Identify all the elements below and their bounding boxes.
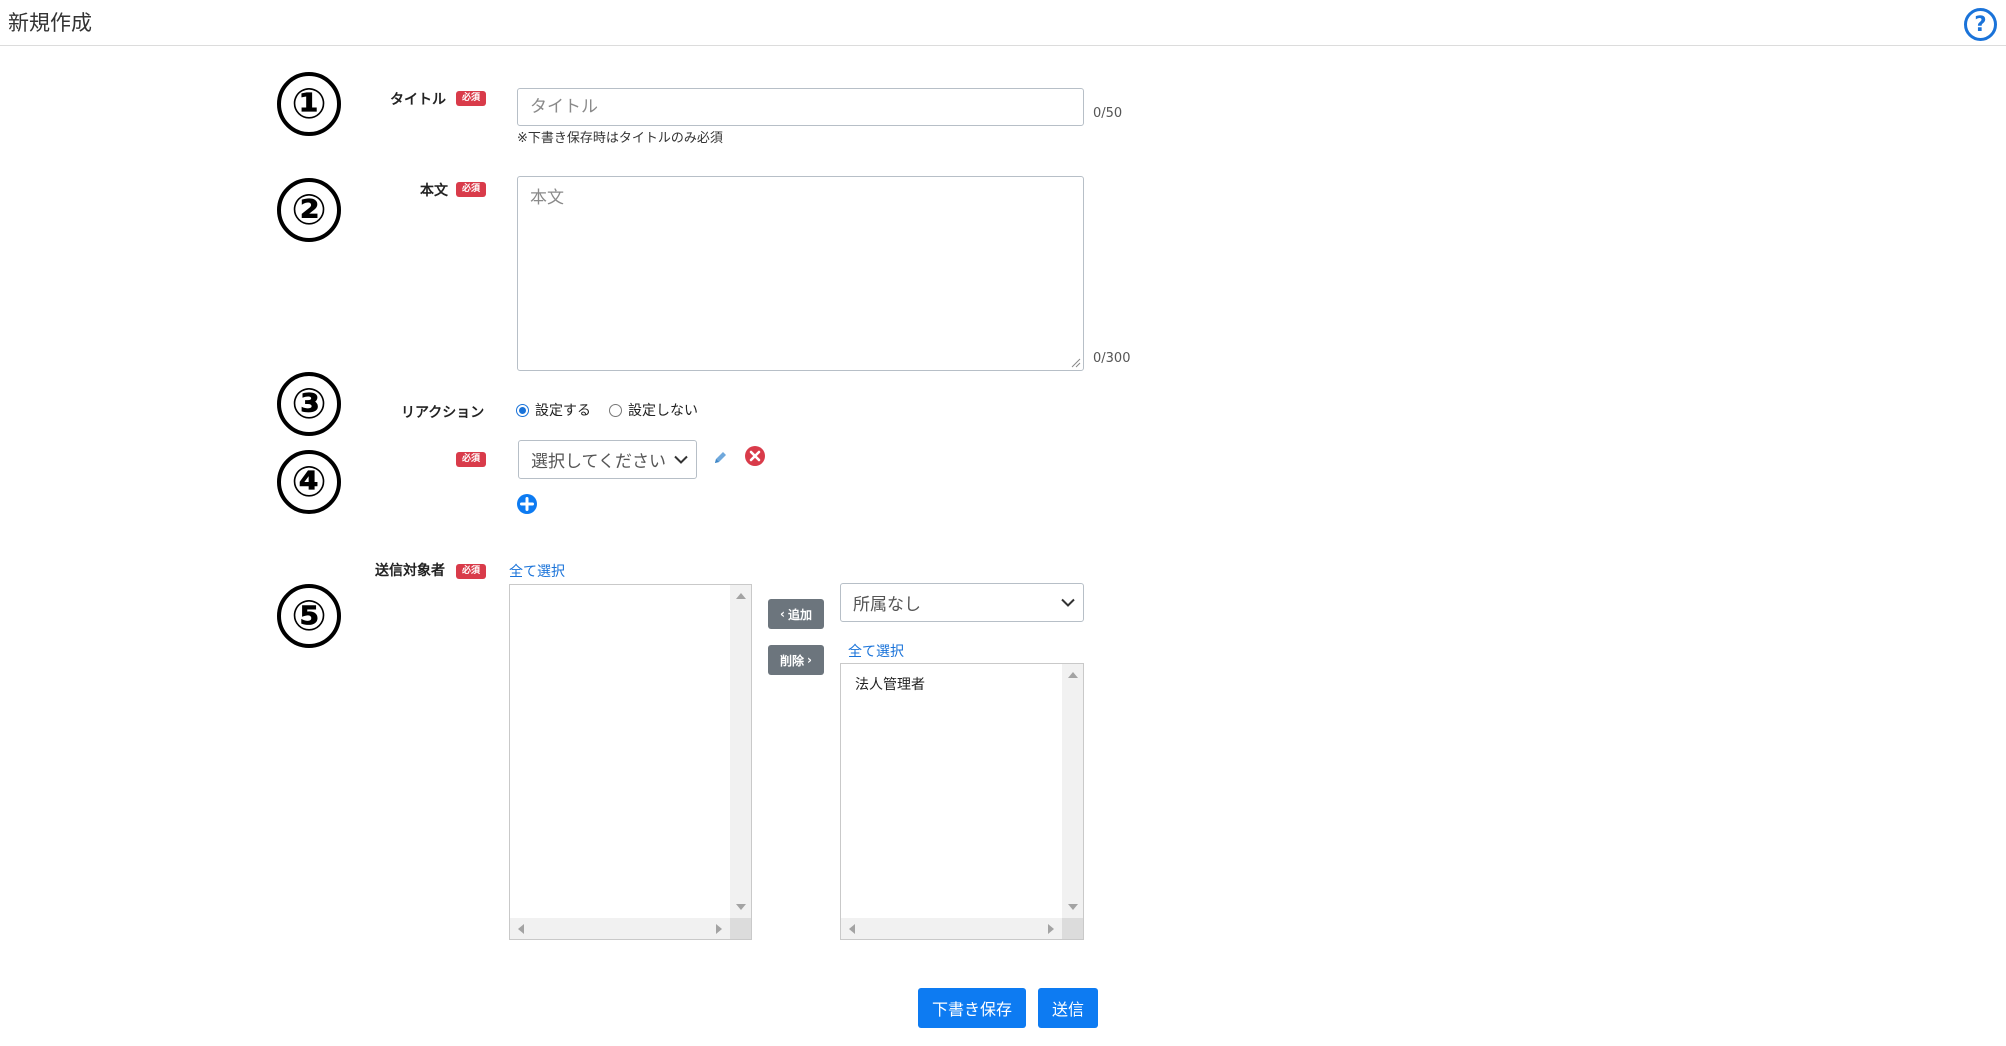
marker-2: ② (277, 178, 341, 242)
vertical-scrollbar[interactable] (1062, 664, 1083, 918)
chevron-down-icon (1061, 598, 1075, 607)
chevron-right-icon: › (807, 653, 812, 667)
reaction-option-enable-label: 設定する (535, 403, 591, 419)
chevron-down-icon (674, 455, 688, 464)
title-note: ※下書き保存時はタイトルのみ必須 (517, 131, 723, 146)
scrollbar-corner (730, 918, 751, 939)
select-all-right-link[interactable]: 全て選択 (848, 641, 904, 661)
scroll-right-arrow-icon[interactable] (716, 924, 722, 934)
marker-5: ⑤ (277, 584, 341, 648)
marker-4: ④ (277, 450, 341, 514)
page-title: 新規作成 (8, 11, 92, 35)
list-item[interactable]: 法人管理者 (855, 674, 925, 694)
reaction-select-value: 選択してください (531, 452, 666, 472)
reaction-option-disable[interactable]: 設定しない (609, 400, 698, 420)
scroll-left-arrow-icon[interactable] (849, 924, 855, 934)
add-recipient-button[interactable]: ‹ 追加 (768, 599, 824, 629)
remove-recipient-button[interactable]: 削除 › (768, 645, 824, 675)
scroll-down-arrow-icon[interactable] (736, 904, 746, 910)
scroll-left-arrow-icon[interactable] (518, 924, 524, 934)
plus-circle-icon[interactable] (516, 493, 538, 515)
reaction-option-enable[interactable]: 設定する (516, 400, 591, 420)
recipients-label: 送信対象者 (375, 563, 445, 579)
page-header: 新規作成 ? (0, 0, 2006, 46)
send-button[interactable]: 送信 (1038, 988, 1098, 1028)
reaction-select-required-badge: 必須 (456, 452, 486, 467)
radio-unchecked-icon[interactable] (609, 403, 622, 417)
body-required-badge: 必須 (456, 182, 486, 197)
scroll-up-arrow-icon[interactable] (1068, 672, 1078, 678)
group-select-value: 所属なし (853, 595, 921, 615)
pencil-icon[interactable] (712, 450, 728, 466)
body-counter: 0/300 (1093, 351, 1131, 366)
reaction-option-disable-label: 設定しない (628, 403, 698, 419)
reaction-label: リアクション (401, 405, 485, 421)
available-recipients-list[interactable] (509, 584, 752, 940)
reaction-select[interactable]: 選択してください (518, 440, 697, 479)
body-textarea[interactable] (517, 176, 1084, 371)
title-label: タイトル (390, 92, 446, 108)
title-input[interactable] (517, 88, 1084, 126)
remove-recipient-label: 削除 (780, 653, 805, 668)
selected-recipients-list[interactable]: 法人管理者 (840, 663, 1084, 940)
horizontal-scrollbar[interactable] (841, 918, 1062, 939)
body-label: 本文 (420, 183, 448, 199)
marker-1: ① (277, 72, 341, 136)
group-select[interactable]: 所属なし (840, 583, 1084, 622)
title-counter: 0/50 (1093, 106, 1123, 121)
radio-checked-icon[interactable] (516, 403, 529, 417)
remove-circle-icon[interactable] (744, 445, 766, 467)
recipients-required-badge: 必須 (456, 564, 486, 579)
save-draft-button[interactable]: 下書き保存 (918, 988, 1026, 1028)
horizontal-scrollbar[interactable] (510, 918, 730, 939)
select-all-left-link[interactable]: 全て選択 (509, 561, 565, 581)
scroll-up-arrow-icon[interactable] (736, 593, 746, 599)
scroll-right-arrow-icon[interactable] (1048, 924, 1054, 934)
add-recipient-label: 追加 (787, 607, 812, 622)
vertical-scrollbar[interactable] (730, 585, 751, 918)
chevron-left-icon: ‹ (780, 607, 785, 621)
title-required-badge: 必須 (456, 91, 486, 106)
scroll-down-arrow-icon[interactable] (1068, 904, 1078, 910)
help-icon[interactable]: ? (1964, 8, 1997, 41)
marker-3: ③ (277, 372, 341, 436)
scrollbar-corner (1062, 918, 1083, 939)
